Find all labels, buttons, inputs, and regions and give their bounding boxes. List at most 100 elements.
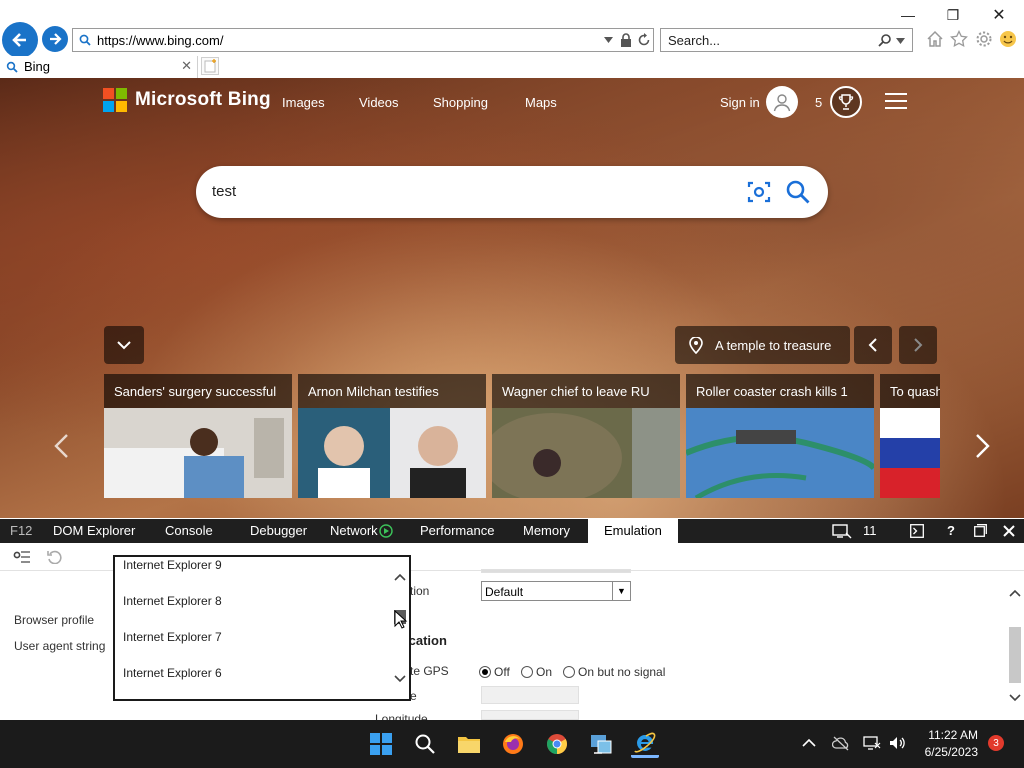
- windows-logo-icon: [370, 733, 392, 755]
- tab-performance[interactable]: Performance: [420, 519, 494, 543]
- chevron-right-icon[interactable]: [972, 433, 992, 459]
- news-card[interactable]: Sanders' surgery successful: [104, 374, 292, 498]
- close-icon[interactable]: [1003, 525, 1015, 537]
- console-icon[interactable]: [910, 524, 924, 538]
- previous-image-button[interactable]: [854, 326, 892, 364]
- record-icon[interactable]: [379, 524, 393, 538]
- address-bar[interactable]: https://www.bing.com/: [72, 28, 654, 52]
- smiley-icon[interactable]: [999, 30, 1017, 48]
- gps-on-radio[interactable]: On: [521, 665, 552, 679]
- tab-title: Bing: [24, 59, 51, 74]
- nav-maps[interactable]: Maps: [525, 95, 557, 110]
- tab-network[interactable]: Network: [330, 519, 378, 543]
- tab-emulation[interactable]: Emulation: [588, 519, 678, 543]
- hidden-field-edge: [481, 569, 631, 573]
- bing-logo[interactable]: Microsoft Bing: [103, 88, 271, 112]
- back-button[interactable]: [2, 22, 38, 58]
- nav-videos[interactable]: Videos: [359, 95, 399, 110]
- network-icon[interactable]: [863, 735, 881, 751]
- scrollbar-thumb[interactable]: [1009, 627, 1021, 683]
- browser-search-box[interactable]: Search...: [660, 28, 913, 52]
- ua-option-ie8[interactable]: Internet Explorer 8: [123, 594, 222, 608]
- new-tab-button[interactable]: [201, 57, 219, 75]
- tab-debugger[interactable]: Debugger: [250, 519, 307, 543]
- news-card[interactable]: To quash: [880, 374, 940, 498]
- gps-no-signal-radio[interactable]: On but no signal: [563, 665, 665, 679]
- start-button[interactable]: [367, 730, 395, 758]
- maximize-button[interactable]: ❐: [930, 4, 976, 26]
- gear-icon[interactable]: [975, 30, 993, 48]
- rewards-button[interactable]: [830, 86, 862, 118]
- tab-close-icon[interactable]: ✕: [181, 58, 192, 74]
- longitude-input[interactable]: [481, 710, 579, 720]
- chevron-left-icon[interactable]: [52, 433, 72, 459]
- undock-icon[interactable]: [974, 524, 987, 537]
- chevron-down-icon[interactable]: [394, 675, 406, 683]
- sign-in-link[interactable]: Sign in: [720, 95, 760, 110]
- firefox-button[interactable]: [499, 730, 527, 758]
- target-monitor-icon[interactable]: [832, 523, 852, 539]
- close-button[interactable]: ✕: [976, 4, 1022, 26]
- help-icon[interactable]: ?: [947, 519, 955, 543]
- ua-option-ie9[interactable]: Internet Explorer 9: [123, 558, 222, 572]
- minimize-button[interactable]: —: [885, 4, 931, 26]
- collapse-button[interactable]: [104, 326, 144, 364]
- clock-date[interactable]: 6/25/2023: [910, 745, 978, 759]
- chevron-up-icon[interactable]: [802, 738, 816, 748]
- tab-bing[interactable]: Bing ✕: [0, 56, 198, 78]
- news-card[interactable]: Roller coaster crash kills 1: [686, 374, 874, 498]
- onedrive-offline-icon[interactable]: [832, 735, 850, 751]
- notification-badge[interactable]: 3: [988, 735, 1004, 751]
- hamburger-icon: [885, 93, 907, 95]
- chevron-up-icon[interactable]: [394, 573, 406, 581]
- bing-search-box[interactable]: test: [196, 166, 828, 218]
- chevron-down-icon[interactable]: [604, 37, 613, 43]
- settings-list-icon[interactable]: [13, 549, 31, 565]
- nav-images[interactable]: Images: [282, 95, 325, 110]
- news-title: Sanders' surgery successful: [114, 384, 277, 399]
- home-icon[interactable]: [926, 30, 944, 48]
- radio-label: Off: [494, 665, 510, 679]
- user-agent-dropdown-list[interactable]: Internet Explorer 9 Internet Explorer 8 …: [113, 555, 411, 701]
- news-card[interactable]: Arnon Milchan testifies: [298, 374, 486, 498]
- news-title: Wagner chief to leave RU: [502, 384, 650, 399]
- tab-console[interactable]: Console: [165, 519, 213, 543]
- chevron-up-icon[interactable]: [1009, 589, 1021, 597]
- menu-button[interactable]: [885, 93, 907, 109]
- nav-shopping[interactable]: Shopping: [433, 95, 488, 110]
- file-explorer-button[interactable]: [455, 730, 483, 758]
- refresh-icon[interactable]: [637, 33, 651, 47]
- search-icon[interactable]: [878, 33, 892, 47]
- lock-icon[interactable]: [620, 33, 632, 47]
- next-image-button[interactable]: [899, 326, 937, 364]
- chrome-button[interactable]: [543, 730, 571, 758]
- rewards-count[interactable]: 5: [815, 95, 822, 110]
- orientation-select[interactable]: Default ▼: [481, 581, 631, 601]
- news-card[interactable]: Wagner chief to leave RU: [492, 374, 680, 498]
- avatar[interactable]: [766, 86, 798, 118]
- tab-memory[interactable]: Memory: [523, 519, 570, 543]
- image-location-chip[interactable]: A temple to treasure: [675, 326, 850, 364]
- reset-icon[interactable]: [47, 550, 63, 564]
- orientation-value: Default: [485, 585, 524, 599]
- panel-scrollbar[interactable]: [1006, 579, 1024, 709]
- forward-button[interactable]: [42, 26, 68, 52]
- star-icon[interactable]: [950, 30, 968, 48]
- chevron-down-icon[interactable]: [896, 38, 905, 44]
- search-input[interactable]: test: [212, 183, 236, 200]
- visual-search-icon[interactable]: [747, 180, 771, 204]
- ua-option-ie7[interactable]: Internet Explorer 7: [123, 630, 222, 644]
- taskbar-search-button[interactable]: [411, 730, 439, 758]
- chevron-left-icon: [868, 338, 877, 352]
- chevron-down-icon[interactable]: [1009, 694, 1021, 702]
- search-icon[interactable]: [785, 179, 811, 205]
- ua-option-ie6[interactable]: Internet Explorer 6: [123, 666, 222, 680]
- gps-off-radio[interactable]: Off: [479, 665, 510, 679]
- document-mode-value[interactable]: 11: [863, 519, 877, 543]
- internet-explorer-button[interactable]: [631, 730, 659, 758]
- clock-time[interactable]: 11:22 AM: [910, 728, 978, 742]
- latitude-input[interactable]: [481, 686, 579, 704]
- network-app-button[interactable]: [587, 730, 615, 758]
- volume-icon[interactable]: [888, 735, 906, 751]
- tab-dom-explorer[interactable]: DOM Explorer: [53, 519, 135, 543]
